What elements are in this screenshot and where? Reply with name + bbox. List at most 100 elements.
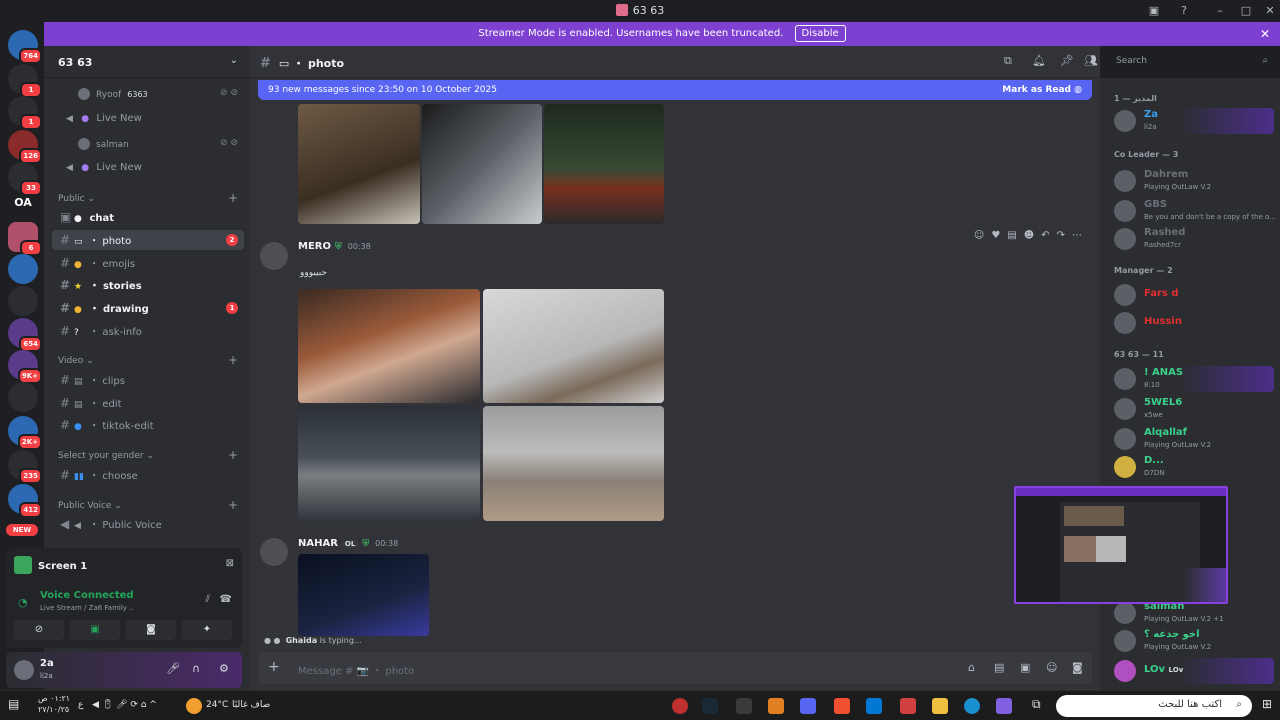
gear-icon[interactable]: ⚙ bbox=[219, 662, 229, 675]
server-header[interactable]: 63 63 ⌄ bbox=[44, 46, 250, 78]
search-input[interactable]: Search ⌕ bbox=[1110, 52, 1274, 72]
reaction-laugh-icon[interactable]: ☺ bbox=[974, 230, 984, 241]
member-item[interactable]: اخو جدعه ؟ Playing OutLaw V.2 bbox=[1114, 628, 1274, 654]
disconnect-icon[interactable]: ☎ bbox=[220, 594, 232, 605]
channel-clips[interactable]: # ▤ ・ clips bbox=[52, 370, 244, 390]
message-composer[interactable]: + Message # 📷 ・ photo ⌂ ▤ ▣ ☺ ◙ bbox=[258, 652, 1092, 684]
threads-icon[interactable]: ⧉ bbox=[1004, 54, 1012, 68]
clock-date[interactable]: ٢٧/١٠/٢٥ bbox=[38, 705, 69, 714]
server-icon[interactable] bbox=[8, 254, 38, 284]
close-stream-icon[interactable]: ⊠ bbox=[226, 558, 234, 569]
store-icon[interactable] bbox=[900, 698, 916, 714]
reaction-heart-icon[interactable]: ♥ bbox=[991, 230, 1000, 241]
message-input[interactable]: Message # 📷 ・ photo bbox=[298, 662, 414, 677]
member-item[interactable]: Dahrem Playing OutLaw V.2 bbox=[1114, 168, 1274, 194]
server-icon[interactable]: 2K+ bbox=[8, 416, 42, 450]
server-icon[interactable]: 235 bbox=[8, 450, 42, 484]
attachment-video[interactable] bbox=[298, 406, 480, 521]
edge-icon[interactable] bbox=[964, 698, 980, 714]
add-channel-icon[interactable]: + bbox=[228, 353, 238, 367]
channel-tiktok-edit[interactable]: # ● ・ tiktok-edit bbox=[52, 415, 244, 435]
avatar[interactable] bbox=[14, 660, 34, 680]
language-indicator[interactable]: ع bbox=[78, 700, 83, 710]
channel-choose[interactable]: # ▮▮ ・ choose bbox=[52, 465, 244, 485]
brave-icon[interactable] bbox=[834, 698, 850, 714]
message-author[interactable]: NAHAR OL ⛨ 00:38 bbox=[298, 538, 398, 549]
voice-user[interactable]: Ryoof 6363 bbox=[78, 88, 148, 100]
category-gender[interactable]: Select your gender ⌄ bbox=[58, 451, 154, 461]
gift-icon[interactable]: ⌂ bbox=[968, 661, 975, 674]
attachment-image[interactable] bbox=[298, 289, 480, 403]
attachment-image[interactable] bbox=[483, 406, 664, 521]
members-icon[interactable]: 👥︎ bbox=[1084, 54, 1098, 67]
channel-photo[interactable]: # ▭ ・ photo 2 bbox=[52, 230, 244, 250]
channel-chat[interactable]: ▣ ● chat bbox=[52, 207, 244, 227]
channel-ask-info[interactable]: #? ・ ask-info bbox=[52, 321, 244, 341]
attachment-image[interactable] bbox=[544, 104, 664, 224]
discord-icon[interactable] bbox=[800, 698, 816, 714]
category-public-voice[interactable]: Public Voice ⌄ bbox=[58, 501, 122, 511]
mic-icon[interactable]: 🎤︎ bbox=[166, 662, 180, 675]
server-icon[interactable]: 654 bbox=[8, 318, 42, 352]
headphones-icon[interactable]: ∩ bbox=[192, 662, 200, 675]
add-channel-icon[interactable]: + bbox=[228, 498, 238, 512]
reply-icon[interactable]: ↶ bbox=[1041, 230, 1049, 241]
member-item[interactable]: LOv LOv bbox=[1114, 658, 1274, 684]
channel-emojis[interactable]: # ● ・ emojis bbox=[52, 253, 244, 273]
add-reaction-icon[interactable]: ☻ bbox=[1024, 230, 1034, 241]
signal-icon[interactable]: ◔ bbox=[18, 596, 28, 609]
emoji-icon[interactable]: ☺ bbox=[1046, 661, 1057, 674]
minimize-button[interactable]: – bbox=[1212, 3, 1228, 19]
member-item[interactable]: D... D7DN bbox=[1114, 454, 1274, 480]
maximize-button[interactable]: □ bbox=[1238, 3, 1254, 19]
close-window-button[interactable]: ✕ bbox=[1262, 3, 1278, 19]
channel-edit[interactable]: # ▤ ・ edit bbox=[52, 393, 244, 413]
channel-stories[interactable]: # ★ ・ stories bbox=[52, 275, 244, 295]
avatar[interactable] bbox=[260, 242, 288, 270]
add-channel-icon[interactable]: + bbox=[228, 448, 238, 462]
banner-close-icon[interactable]: ✕ bbox=[1260, 22, 1270, 46]
apps-icon[interactable]: ◙ bbox=[1072, 661, 1083, 674]
new-badge[interactable]: NEW bbox=[6, 524, 38, 536]
pin-icon[interactable]: 📌︎ bbox=[1060, 54, 1074, 67]
inbox-icon[interactable]: ▣ bbox=[1146, 3, 1162, 19]
stream-preview-window[interactable] bbox=[1014, 486, 1228, 604]
attachment-image[interactable] bbox=[298, 104, 420, 224]
channel-drawing[interactable]: # ● ・ drawing 1 bbox=[52, 298, 244, 318]
taskbar-search[interactable]: اكتب هنا للبحث ⌕ bbox=[1056, 695, 1252, 717]
server-icon[interactable]: 412 bbox=[8, 484, 42, 518]
member-item[interactable]: Za li2a bbox=[1114, 108, 1274, 134]
gif-icon[interactable]: ▤ bbox=[994, 661, 1004, 674]
member-item[interactable]: ! ANAS 8:10 bbox=[1114, 366, 1274, 392]
attachment-image[interactable] bbox=[483, 289, 664, 403]
channel-public-voice[interactable]: ◀ ◀ ・ Public Voice bbox=[52, 514, 244, 534]
category-video[interactable]: Video ⌄ bbox=[58, 356, 94, 366]
camera-toggle-button[interactable]: ⊘ bbox=[14, 620, 64, 640]
weather-icon[interactable] bbox=[186, 698, 202, 714]
server-icon[interactable] bbox=[8, 286, 38, 316]
activity-button[interactable]: ◙ bbox=[126, 620, 176, 640]
voice-user[interactable]: salman bbox=[78, 138, 129, 150]
voice-connected-label[interactable]: Voice Connected bbox=[40, 590, 134, 601]
member-item[interactable]: GBS Be you and don't be a copy of the o..… bbox=[1114, 198, 1276, 224]
server-icon[interactable]: 1 bbox=[8, 64, 42, 98]
reaction-sticker-icon[interactable]: ▤ bbox=[1007, 230, 1016, 241]
file-explorer-icon[interactable] bbox=[932, 698, 948, 714]
server-icon-active[interactable]: 6 bbox=[8, 222, 42, 256]
help-icon[interactable]: ? bbox=[1176, 3, 1192, 19]
member-item[interactable]: Fars d bbox=[1114, 282, 1274, 308]
soundboard-button[interactable]: ✦ bbox=[182, 620, 232, 640]
add-channel-icon[interactable]: + bbox=[228, 191, 238, 205]
start-icon[interactable]: ⊞ bbox=[1262, 697, 1272, 711]
screen-share-title[interactable]: Screen 1 bbox=[14, 556, 87, 574]
app-icon[interactable] bbox=[768, 698, 784, 714]
avatar[interactable] bbox=[260, 538, 288, 566]
forward-icon[interactable]: ↷ bbox=[1057, 230, 1065, 241]
server-icon[interactable]: 9K+ bbox=[8, 350, 42, 384]
bell-icon[interactable]: 🔔︎ bbox=[1032, 54, 1046, 67]
home-button[interactable]: 764 bbox=[8, 30, 42, 64]
member-item[interactable]: 5WEL6 x5we bbox=[1114, 396, 1274, 422]
message-author[interactable]: MERO ⛨ 00:38 bbox=[298, 241, 371, 252]
app-icon[interactable] bbox=[672, 698, 688, 714]
new-messages-bar[interactable]: 93 new messages since 23:50 on 10 Octobe… bbox=[258, 80, 1092, 100]
